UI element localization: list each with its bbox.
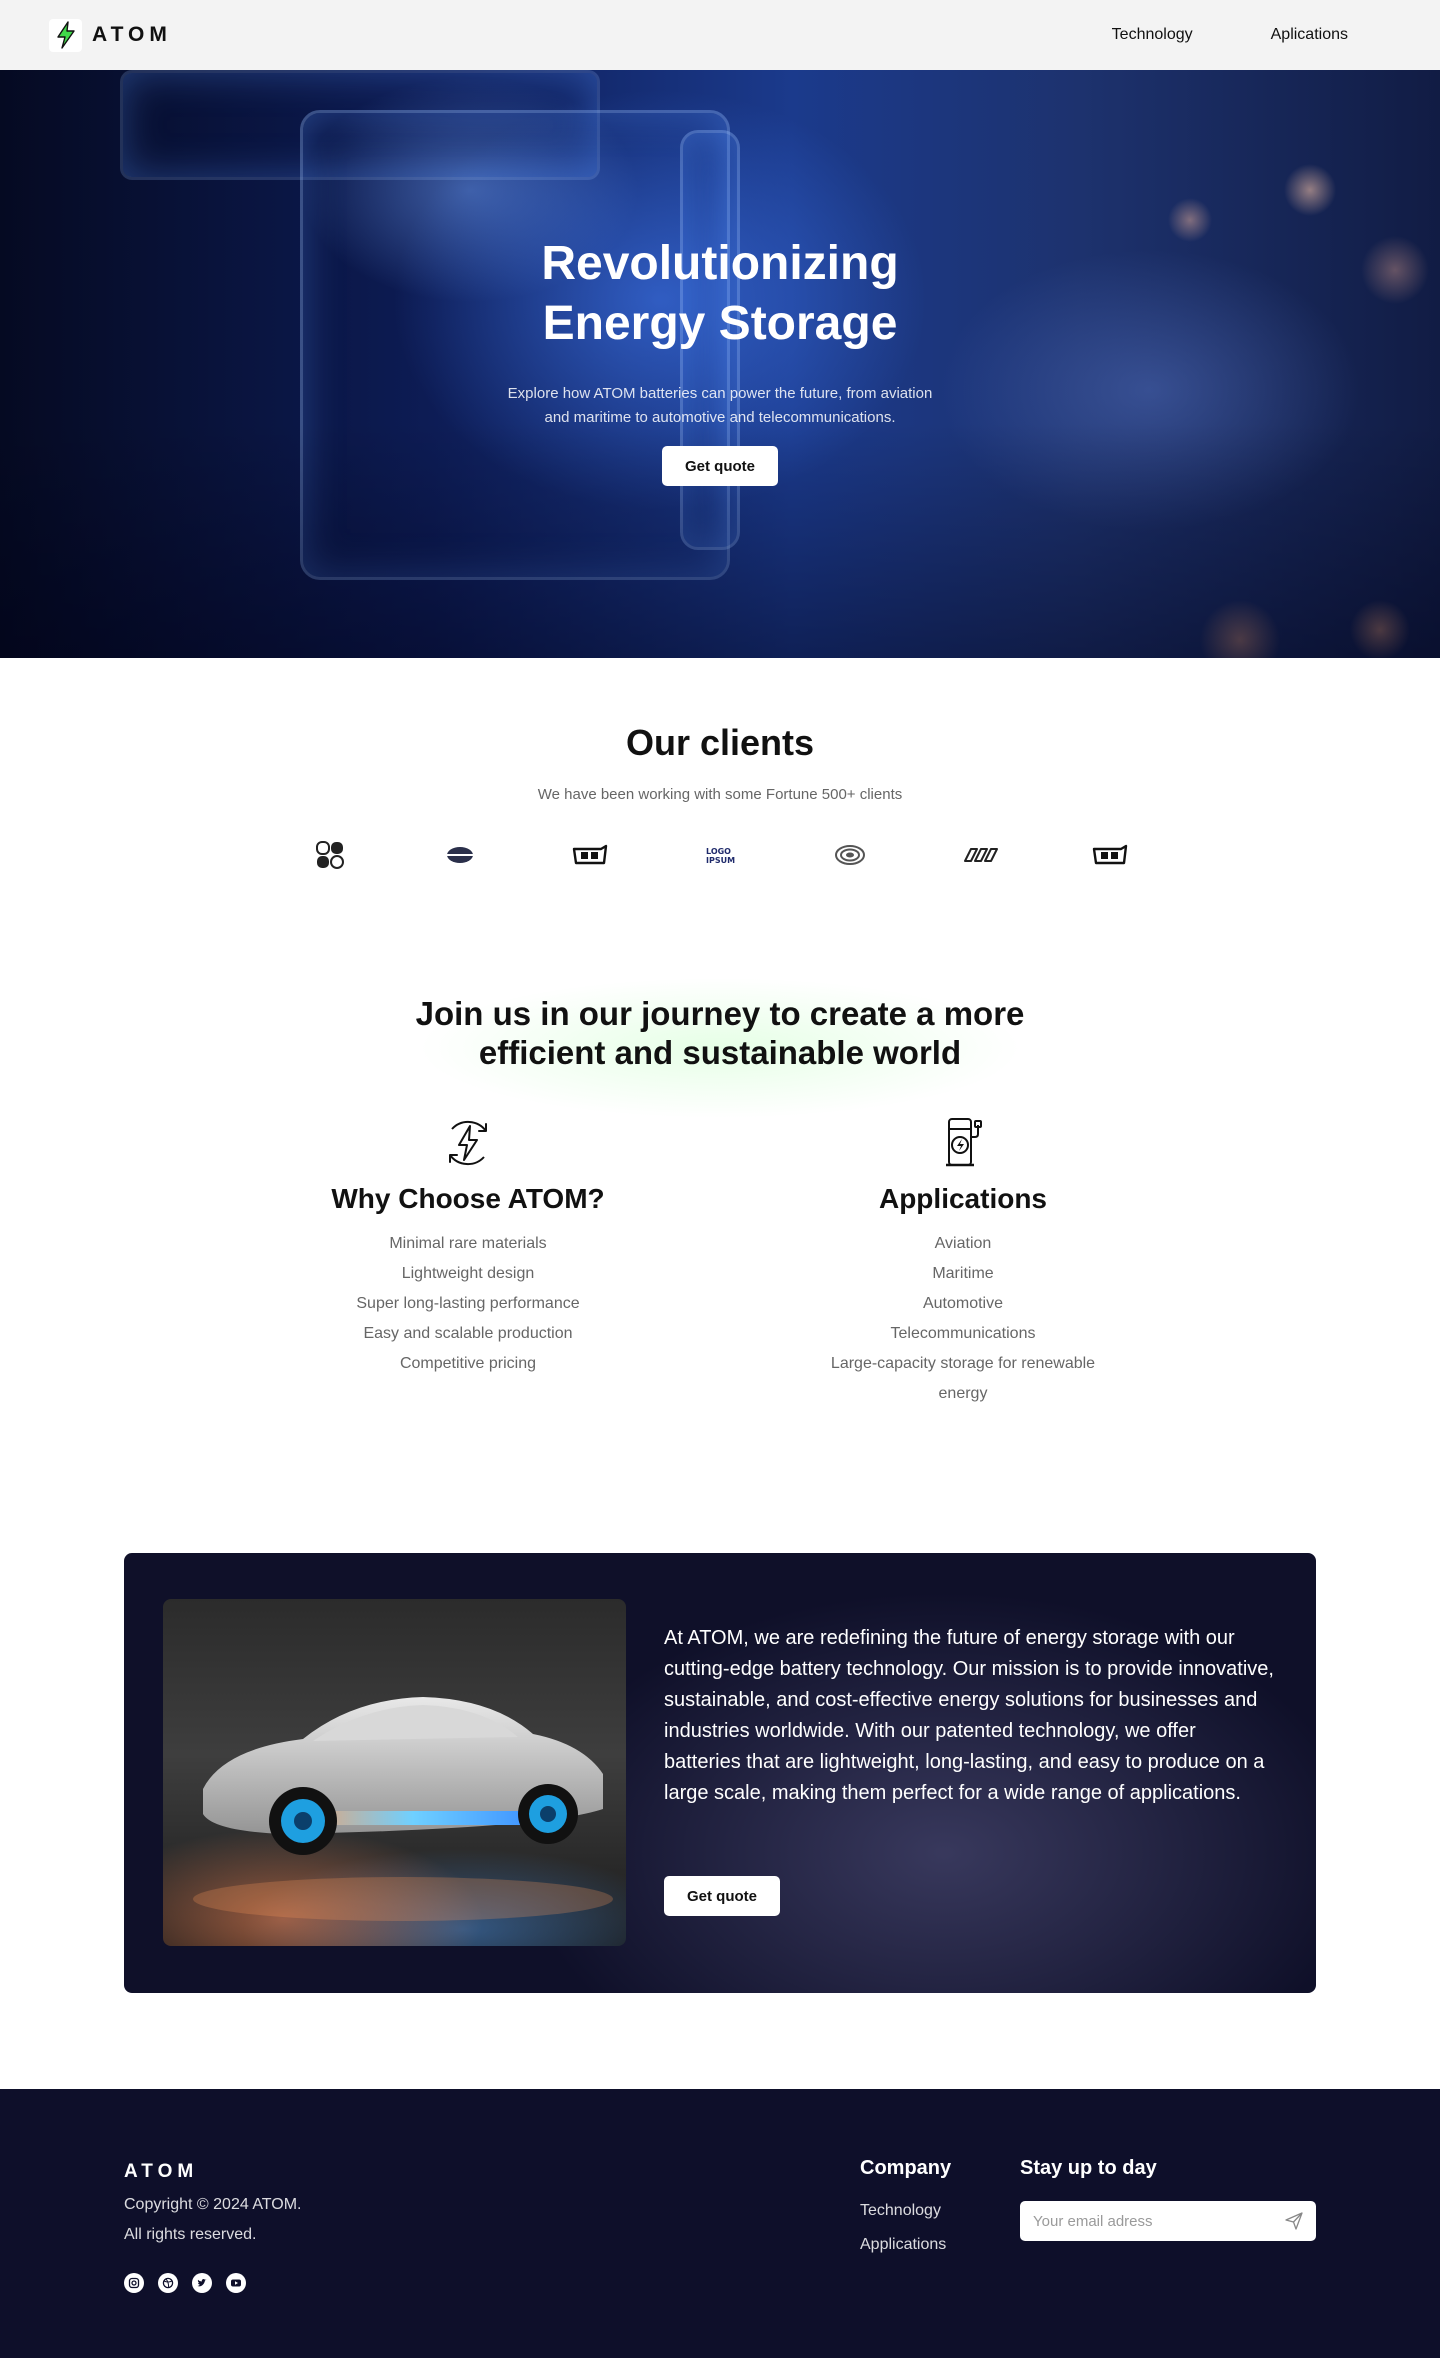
- charging-station-icon: [793, 1115, 1133, 1171]
- list-item: Telecommunications: [890, 1325, 1036, 1342]
- lightning-logo-icon: [49, 18, 82, 52]
- list-item: Automotive: [922, 1295, 1004, 1312]
- electric-car-image: [163, 1599, 626, 1946]
- applications-column: Applications Aviation Maritime Automotiv…: [793, 1115, 1133, 1409]
- lightning-cycle-icon: [298, 1115, 638, 1171]
- hero-subtitle-line-1: Explore how ATOM batteries can power the…: [507, 385, 933, 402]
- dribbble-icon[interactable]: [158, 2273, 178, 2293]
- list-item: Easy and scalable production: [363, 1325, 573, 1342]
- applications-title: Applications: [878, 1183, 1047, 1214]
- journey-title-line-1: Join us in our journey to create a more: [415, 995, 1025, 1032]
- why-choose-title: Why Choose ATOM?: [331, 1183, 605, 1214]
- about-card: At ATOM, we are redefining the future of…: [124, 1553, 1316, 1993]
- hero-title-line-2: Energy Storage: [542, 297, 898, 350]
- newsletter-form: [1020, 2201, 1316, 2241]
- list-item: Lightweight design: [401, 1265, 535, 1282]
- client-logo-3-icon: [570, 838, 610, 872]
- main-nav: Technology Aplications: [1112, 26, 1348, 44]
- why-choose-column: Why Choose ATOM? Minimal rare materials …: [298, 1115, 638, 1379]
- client-logo-4-icon: LOGO IPSUM: [700, 838, 740, 872]
- journey-title: Join us in our journey to create a more …: [0, 994, 1440, 1072]
- footer-brand: ATOM: [124, 2161, 199, 2182]
- hero-title-line-1: Revolutionizing: [541, 237, 899, 290]
- paper-plane-icon: [1285, 2212, 1303, 2230]
- list-item: Minimal rare materials: [389, 1235, 547, 1252]
- about-get-quote-button[interactable]: Get quote: [664, 1876, 780, 1916]
- youtube-icon[interactable]: [226, 2273, 246, 2293]
- client-logo-5-icon: [830, 838, 870, 872]
- copyright-text: Copyright © 2024 ATOM.: [124, 2196, 302, 2213]
- brand-name: ATOM: [92, 23, 172, 46]
- hero-subtitle-line-2: and maritime to automotive and telecommu…: [544, 409, 896, 426]
- footer-link-technology[interactable]: Technology: [860, 2202, 941, 2220]
- client-logo-6-icon: [960, 838, 1000, 872]
- instagram-icon[interactable]: [124, 2273, 144, 2293]
- email-input[interactable]: [1020, 2201, 1272, 2241]
- top-header: ATOM Technology Aplications: [0, 0, 1440, 70]
- client-logos: LOGO IPSUM: [310, 838, 1130, 872]
- list-item: Aviation: [934, 1235, 992, 1252]
- social-links: [124, 2273, 246, 2293]
- journey-title-line-2: efficient and sustainable world: [478, 1034, 962, 1071]
- client-logo-1-icon: [310, 838, 350, 872]
- send-button[interactable]: [1272, 2201, 1316, 2241]
- footer: ATOM Copyright © 2024 ATOM. All rights r…: [0, 2089, 1440, 2358]
- clients-title: Our clients: [625, 722, 815, 763]
- about-text: At ATOM, we are redefining the future of…: [664, 1627, 1274, 1804]
- footer-link-applications[interactable]: Applications: [860, 2236, 946, 2254]
- hero-content: Revolutionizing Energy Storage Explore h…: [0, 70, 1440, 658]
- hero-section: Revolutionizing Energy Storage Explore h…: [0, 70, 1440, 658]
- list-item: Super long-lasting performance: [356, 1295, 580, 1312]
- footer-company-title: Company: [860, 2157, 952, 2179]
- client-logo-7-icon: [1090, 838, 1130, 872]
- brand-logo[interactable]: ATOM: [49, 18, 172, 52]
- list-item: Maritime: [932, 1265, 994, 1282]
- clients-subtitle: We have been working with some Fortune 5…: [537, 786, 903, 803]
- list-item: energy: [938, 1385, 988, 1402]
- client-logo-2-icon: [440, 838, 480, 872]
- list-item: Competitive pricing: [399, 1355, 537, 1372]
- nav-technology[interactable]: Technology: [1112, 26, 1193, 44]
- applications-list: Aviation Maritime Automotive Telecommuni…: [793, 1229, 1133, 1409]
- rights-text: All rights reserved.: [124, 2226, 257, 2243]
- newsletter-title: Stay up to day: [1020, 2157, 1157, 2179]
- footer-copyright: Copyright © 2024 ATOM. All rights reserv…: [124, 2190, 384, 2250]
- hero-title: Revolutionizing Energy Storage: [0, 234, 1440, 354]
- why-choose-list: Minimal rare materials Lightweight desig…: [298, 1229, 638, 1379]
- svg-text:IPSUM: IPSUM: [706, 856, 735, 865]
- hero-subtitle: Explore how ATOM batteries can power the…: [460, 382, 980, 430]
- twitter-icon[interactable]: [192, 2273, 212, 2293]
- nav-applications[interactable]: Aplications: [1271, 26, 1348, 44]
- svg-text:LOGO: LOGO: [706, 847, 731, 856]
- list-item: Large-capacity storage for renewable: [830, 1355, 1096, 1372]
- hero-get-quote-button[interactable]: Get quote: [662, 446, 778, 486]
